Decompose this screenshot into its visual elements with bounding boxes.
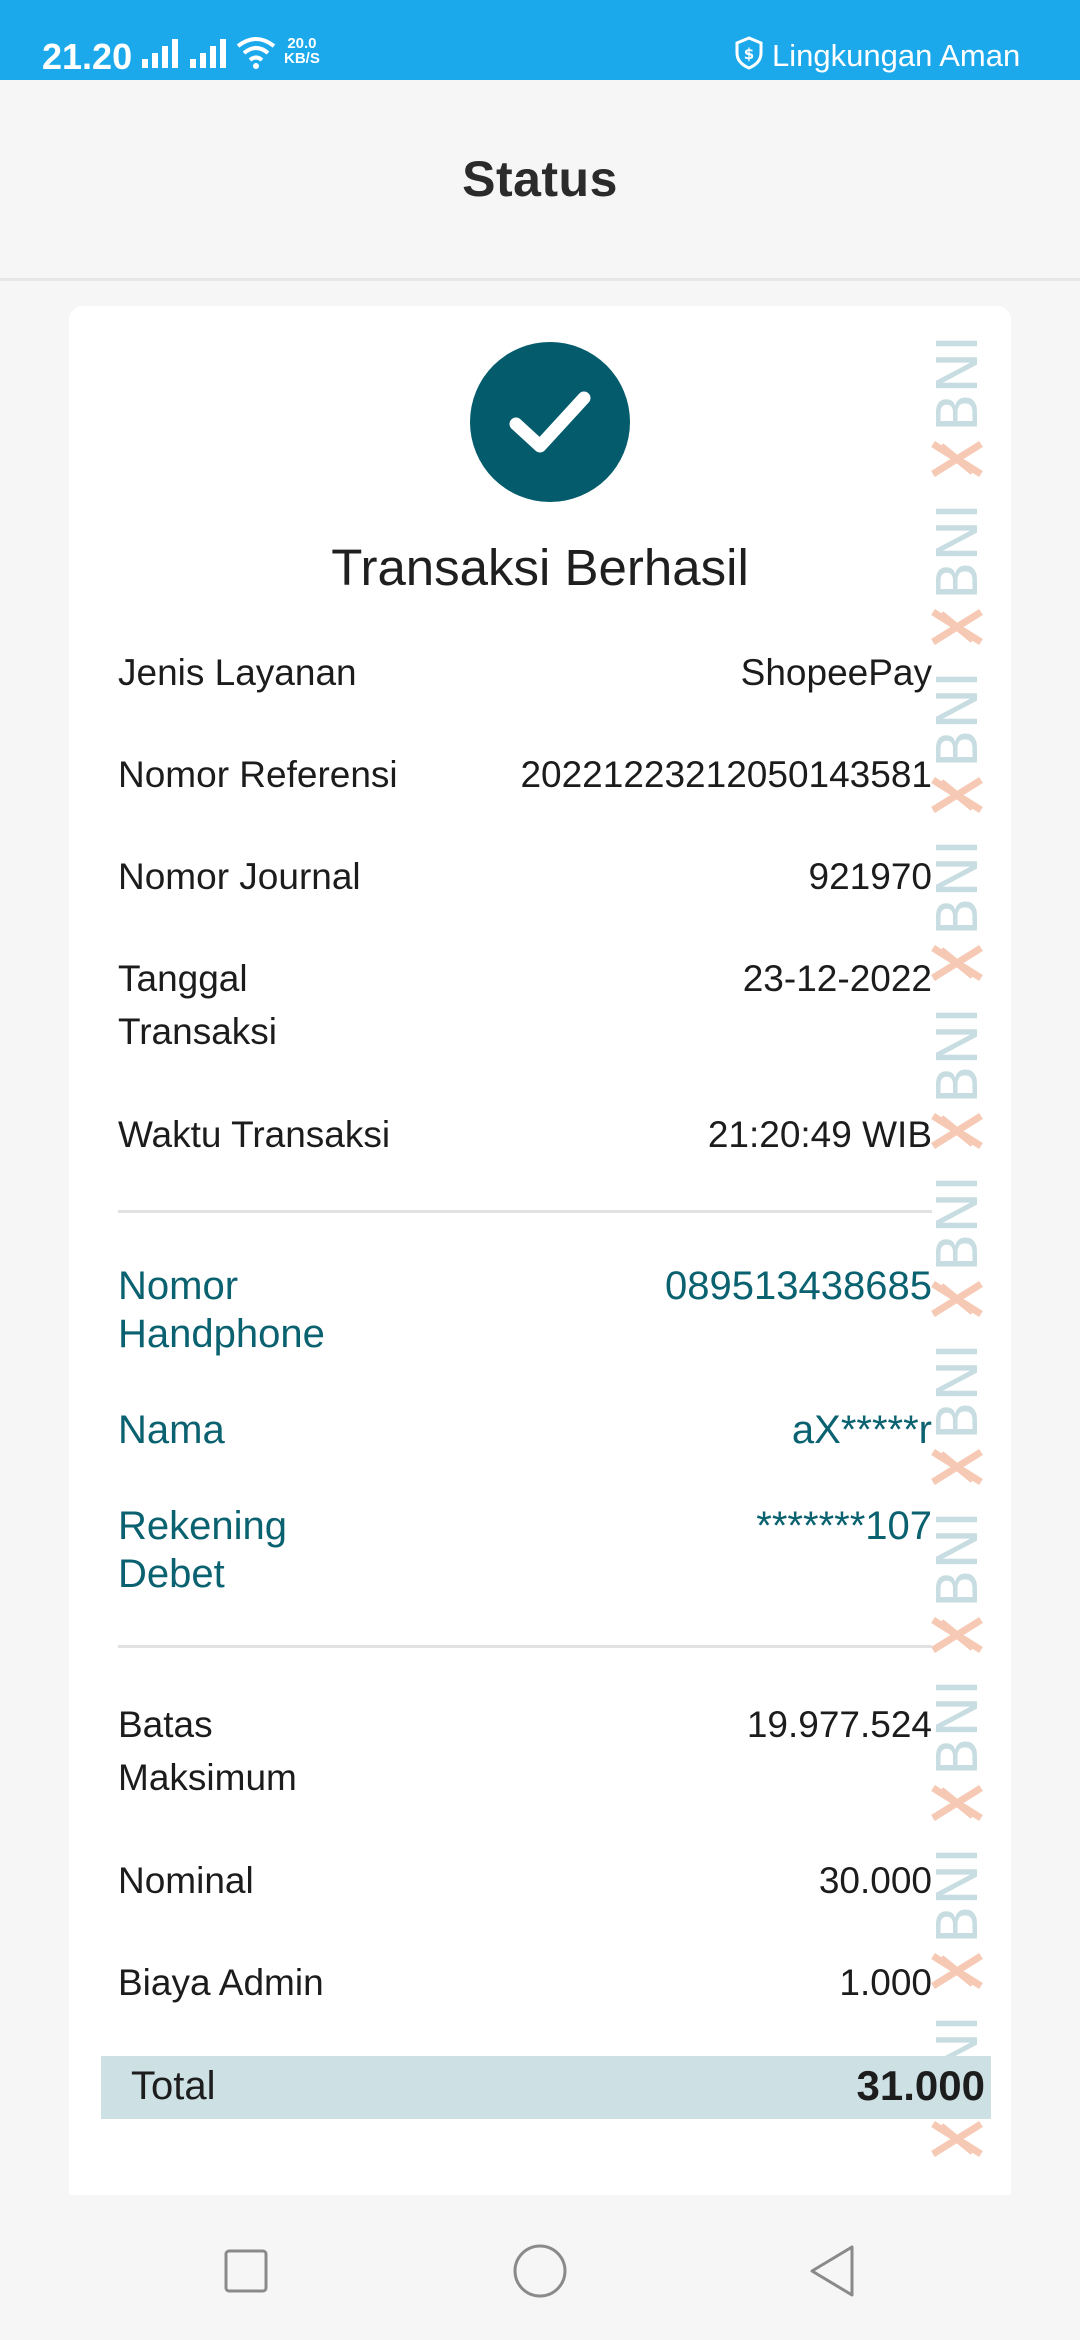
account-row: Nomor Handphone 089513438685 <box>118 1262 932 1362</box>
svg-text:BNI: BNI <box>926 1343 989 1440</box>
section-divider <box>118 1210 932 1213</box>
amount-label: Batas Maksimum <box>118 1704 297 1798</box>
shield-dollar-icon: $ <box>735 36 763 70</box>
svg-text:BNI: BNI <box>926 1007 989 1104</box>
account-label: Nama <box>118 1408 225 1452</box>
signal-icon <box>190 38 226 68</box>
amount-value: 19.977.524 <box>746 1704 932 1745</box>
account-label: Nomor Handphone <box>118 1264 325 1356</box>
signal-icon <box>142 38 178 68</box>
detail-row: Nomor Journal 921970 <box>118 850 932 910</box>
safe-environment-label: Lingkungan Aman <box>772 38 1021 73</box>
svg-text:BNI: BNI <box>926 335 989 432</box>
svg-text:BNI: BNI <box>926 1175 989 1272</box>
amount-value: 1.000 <box>839 1962 932 2003</box>
success-title: Transaksi Berhasil <box>331 539 749 596</box>
total-bar: Total 31.000 <box>101 2056 991 2119</box>
check-icon <box>509 391 591 453</box>
speed-value: 20.0 <box>287 35 317 52</box>
svg-text:BNI: BNI <box>926 1511 989 1608</box>
account-row: Rekening Debet *******107 <box>118 1502 932 1602</box>
amount-row: Biaya Admin 1.000 <box>118 1956 932 2016</box>
detail-value: 20221223212050143581 <box>520 754 932 795</box>
detail-value: 21:20:49 WIB <box>707 1114 932 1155</box>
svg-text:BNI: BNI <box>926 1847 989 1944</box>
home-icon[interactable] <box>500 2231 580 2311</box>
amount-label: Biaya Admin <box>118 1962 324 2003</box>
speed-unit: KB/S <box>284 50 320 67</box>
amount-label: Nominal <box>118 1860 254 1901</box>
app-header: Status <box>0 80 1080 281</box>
total-label: Total <box>131 2064 216 2108</box>
account-value: 089513438685 <box>665 1264 932 1308</box>
detail-label: Jenis Layanan <box>118 652 357 693</box>
page-title: Status <box>462 151 618 207</box>
account-row: Nama aX*****r <box>118 1406 932 1456</box>
detail-row: Tanggal Transaksi 23-12-2022 <box>118 952 932 1062</box>
section-divider <box>118 1645 932 1648</box>
receipt-card: BNIBNIBNIBNIBNIBNIBNIBNIBNIBNIBNI Transa… <box>69 306 1011 2200</box>
svg-text:$: $ <box>744 45 754 63</box>
success-badge <box>470 342 630 502</box>
system-nav-bar <box>0 2195 1080 2340</box>
network-speed: 20.0 KB/S <box>284 36 320 66</box>
detail-label: Nomor Journal <box>118 856 361 897</box>
back-icon[interactable] <box>794 2231 874 2311</box>
detail-label: Tanggal Transaksi <box>118 958 278 1052</box>
clock: 21.20 <box>42 36 133 77</box>
total-value: 31.000 <box>856 2062 985 2109</box>
recent-apps-icon[interactable] <box>206 2231 286 2311</box>
detail-value: 921970 <box>808 856 932 897</box>
status-bar: 21.20 20.0 KB/S $ Lingkungan Aman <box>0 0 1080 80</box>
detail-label: Waktu Transaksi <box>118 1114 391 1155</box>
amount-row: Batas Maksimum 19.977.524 <box>118 1698 932 1808</box>
detail-value: 23-12-2022 <box>742 958 932 999</box>
detail-row: Nomor Referensi 20221223212050143581 <box>118 748 932 808</box>
detail-value: ShopeePay <box>740 652 932 693</box>
bni-watermark: BNIBNIBNIBNIBNIBNIBNIBNIBNIBNIBNI <box>926 335 989 2157</box>
amount-value: 30.000 <box>818 1860 932 1901</box>
detail-label: Nomor Referensi <box>118 754 398 795</box>
account-value: *******107 <box>756 1504 932 1548</box>
detail-row: Waktu Transaksi 21:20:49 WIB <box>118 1108 932 1168</box>
svg-text:BNI: BNI <box>926 839 989 936</box>
account-value: aX*****r <box>791 1408 932 1452</box>
wifi-icon <box>236 37 276 69</box>
amount-row: Nominal 30.000 <box>118 1854 932 1914</box>
detail-row: Jenis Layanan ShopeePay <box>118 646 932 706</box>
svg-text:BNI: BNI <box>926 1679 989 1776</box>
account-label: Rekening Debet <box>118 1504 288 1596</box>
svg-text:BNI: BNI <box>926 671 989 768</box>
